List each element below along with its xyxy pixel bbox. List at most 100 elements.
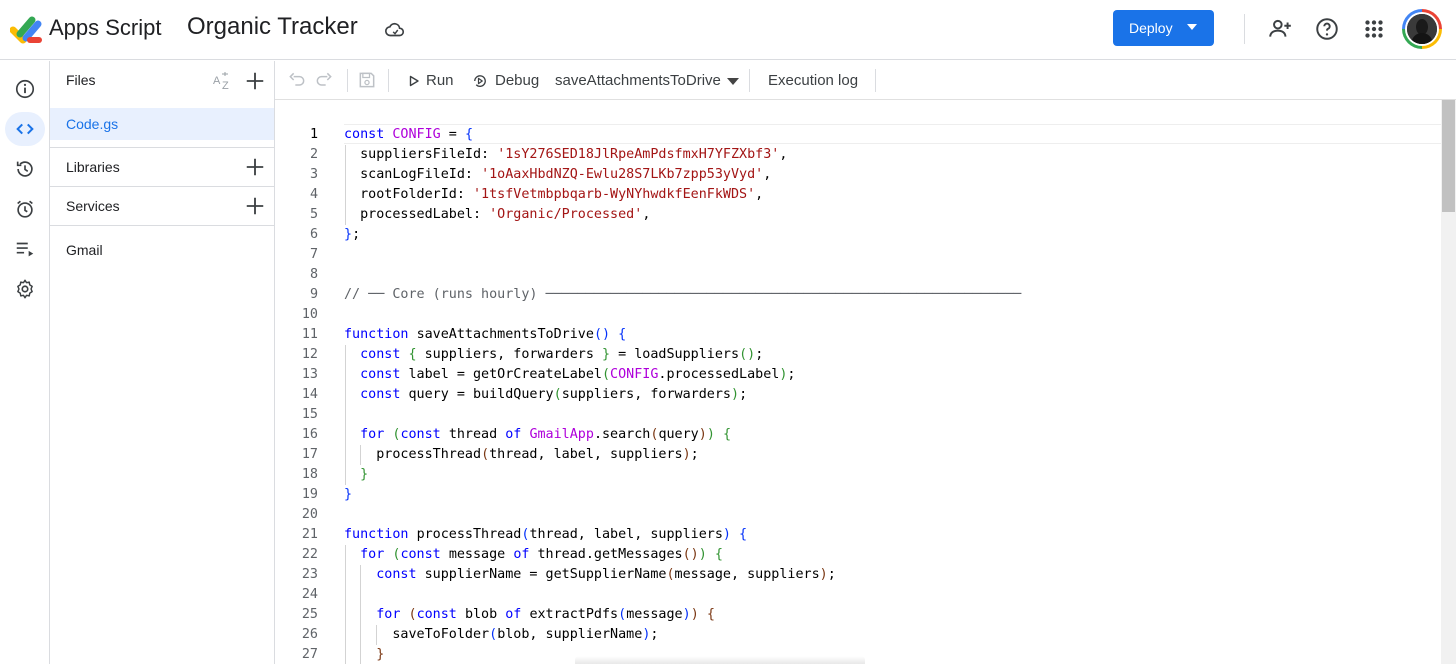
code-line[interactable]: 17 processThread(thread, label, supplier… [275,445,1441,465]
code-token: ) [731,387,740,402]
header-divider [1244,14,1245,44]
avatar-photo [1407,14,1437,44]
code-line[interactable]: 3 scanLogFileId: '1oAaxHbdNZQ-Ewlu28S7LK… [275,165,1441,185]
code-line[interactable]: 11 function saveAttachmentsToDrive() { [275,325,1441,345]
code-line[interactable]: 19} [275,485,1441,505]
executions-icon [16,242,34,257]
code-line[interactable]: 23 const supplierName = getSupplierName(… [275,565,1441,585]
rail-executions[interactable] [5,232,45,266]
code-token: ( [601,367,611,382]
code-line[interactable]: 20 [275,505,1441,525]
code-line[interactable]: 22 for (const message of thread.getMessa… [275,545,1441,565]
line-number: 6 [309,227,318,242]
add-service-icon[interactable] [244,195,266,217]
code-line[interactable]: 24 [275,585,1441,605]
code-line[interactable]: 16 for (const thread of GmailApp.search(… [275,425,1441,445]
code-line[interactable]: 8 [275,265,1441,285]
chevron-down-icon [1187,24,1197,30]
rail-settings[interactable] [5,272,45,306]
code-text: } [344,465,368,485]
rail-overview[interactable] [5,72,45,106]
code-token: () [682,547,699,562]
undo-icon[interactable] [287,70,307,90]
code-line[interactable]: 18 } [275,465,1441,485]
file-item-code-gs[interactable]: Code.gs [50,108,274,140]
line-number: 22 [301,547,318,562]
code-token: , [763,167,772,182]
code-text: processThread(thread, label, suppliers); [344,445,699,465]
line-number: 1 [309,127,318,142]
code-text: for (const message of thread.getMessages… [344,545,723,565]
execution-log-button[interactable]: Execution log [768,72,858,89]
code-line[interactable]: 10 [275,305,1441,325]
project-title[interactable]: Organic Tracker [187,13,358,41]
chevron-down-icon[interactable] [727,78,739,85]
code-line[interactable]: 21 function processThread(thread, label, … [275,525,1441,545]
code-token: suppliers, forwarders [561,387,731,402]
code-token: // ── Core (runs hourly) ───────────────… [344,287,1022,302]
account-avatar[interactable] [1402,9,1442,49]
code-line[interactable]: 26 saveToFolder(blob, supplierName); [275,625,1441,645]
line-number: 26 [301,627,318,642]
code-token: function [344,327,417,342]
top-app-bar: Apps Script Organic Tracker Deploy [0,0,1456,60]
service-item-gmail[interactable]: Gmail [66,242,103,258]
rail-triggers[interactable] [5,192,45,226]
code-line[interactable]: 1 const CONFIG = { [275,125,1441,145]
code-line[interactable]: 7 [275,245,1441,265]
debug-button[interactable]: Debug [471,61,539,100]
rail-editor[interactable] [5,112,45,146]
deploy-button-label: Deploy [1129,20,1173,36]
code-token: ) [698,547,707,562]
code-token: .processedLabel [658,367,780,382]
editor-scrollbar-thumb[interactable] [1442,100,1455,212]
code-token: 'Organic/Processed' [489,207,643,222]
line-number: 11 [301,327,318,342]
app-name[interactable]: Apps Script [49,15,162,41]
redo-icon[interactable] [314,70,334,90]
line-number: 3 [309,167,318,182]
apps-script-logo[interactable] [10,14,44,46]
code-line[interactable]: 14 const query = buildQuery(suppliers, f… [275,385,1441,405]
code-token: const [416,607,465,622]
services-label: Services [66,198,120,214]
code-token: ; [739,387,748,402]
code-line[interactable]: 13 const label = getOrCreateLabel(CONFIG… [275,365,1441,385]
sort-az-icon[interactable]: A Z [211,69,235,93]
save-icon[interactable] [357,70,377,90]
add-file-icon[interactable] [244,70,266,92]
code-token: ( [408,607,417,622]
code-line[interactable]: 4 rootFolderId: '1tsfVetmbpbqarb-WyNYhwd… [275,185,1441,205]
code-token: } [602,347,611,362]
code-line[interactable]: 25 for (const blob of extractPdfs(messag… [275,605,1441,625]
apps-grid-icon[interactable] [1361,16,1387,42]
rail-project-history[interactable] [5,152,45,186]
run-button[interactable]: Run [408,61,454,100]
code-line[interactable]: 15 [275,405,1441,425]
add-library-icon[interactable] [244,156,266,178]
code-token: const [344,567,425,582]
help-icon[interactable] [1314,16,1340,42]
code-token: thread, label, suppliers [489,447,683,462]
add-person-icon[interactable] [1267,16,1293,42]
code-line[interactable]: 5 processedLabel: 'Organic/Processed', [275,205,1441,225]
debug-icon [474,74,486,87]
code-token: const [400,547,449,562]
code-token: ) [682,447,691,462]
code-text: function saveAttachmentsToDrive() { [344,325,626,345]
code-text: for (const blob of extractPdfs(message))… [344,605,715,625]
function-select[interactable]: saveAttachmentsToDrive [555,72,721,89]
indent-guide [360,445,362,465]
code-line[interactable]: 9 // ── Core (runs hourly) ──────────────… [275,285,1441,305]
code-editor[interactable]: 1 const CONFIG = {2 suppliersFileId: '1sY… [275,100,1441,664]
code-token: for [344,547,393,562]
code-line[interactable]: 6}; [275,225,1441,245]
code-token: = loadSuppliers [610,347,740,362]
code-text: const label = getOrCreateLabel(CONFIG.pr… [344,365,795,385]
deploy-button[interactable]: Deploy [1113,10,1214,46]
code-line[interactable]: 12 const { suppliers, forwarders } = loa… [275,345,1441,365]
code-token: of [513,547,538,562]
services-section: Services [50,186,274,225]
code-token: , [779,147,788,162]
code-line[interactable]: 2 suppliersFileId: '1sY276SED18JlRpeAmPd… [275,145,1441,165]
